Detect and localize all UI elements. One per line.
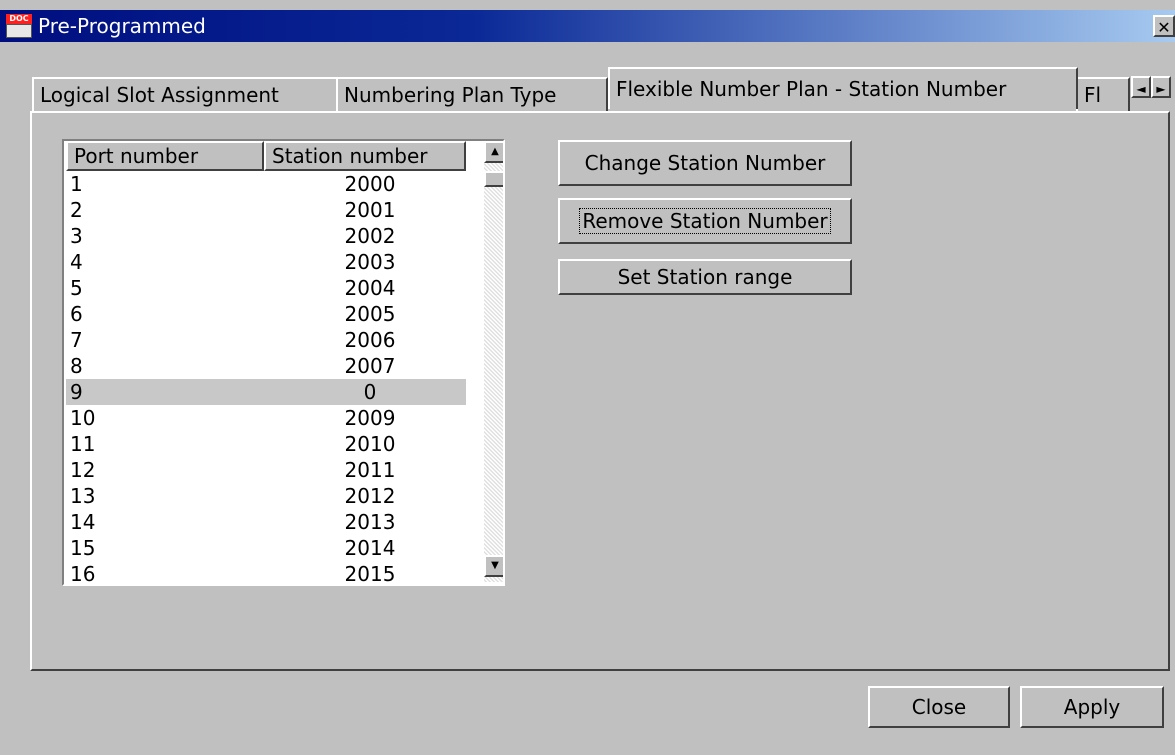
- port-number-cell: 13: [70, 484, 96, 508]
- list-rows: 1 2000 2 2001 3 2002 4 2003 5 2004 6 2005 7 2006 8 2007…: [66, 171, 466, 586]
- tab-logical-slot-assignment[interactable]: Logical Slot Assignment: [32, 77, 338, 111]
- app-icon: DOC: [6, 14, 32, 38]
- port-number-cell: 2: [70, 198, 83, 222]
- column-header-station-number[interactable]: Station number: [264, 141, 466, 171]
- button-label: Close: [911, 695, 967, 719]
- station-number-cell: 2003: [344, 250, 396, 274]
- port-number-cell: 11: [70, 432, 96, 456]
- list-item[interactable]: 15 2014: [66, 535, 466, 561]
- apply-button[interactable]: Apply: [1020, 686, 1164, 728]
- list-item[interactable]: 3 2002: [66, 223, 466, 249]
- tab-scroll-buttons: ◄ ►: [1131, 76, 1171, 98]
- station-number-cell: 2005: [344, 302, 396, 326]
- list-item[interactable]: 12 2011: [66, 457, 466, 483]
- port-number-cell: 15: [70, 536, 96, 560]
- tab-truncated[interactable]: Fl: [1076, 77, 1130, 111]
- port-number-cell: 10: [70, 406, 96, 430]
- port-number-cell: 3: [70, 224, 83, 248]
- button-label: Remove Station Number: [579, 208, 831, 234]
- pre-programmed-dialog: DOC Pre-Programmed ✕ Logical Slot Assign…: [0, 0, 1175, 755]
- port-number-cell: 7: [70, 328, 83, 352]
- port-number-cell: 14: [70, 510, 96, 534]
- list-header: Port number Station number: [66, 141, 466, 171]
- list-item[interactable]: 16 2015: [66, 561, 466, 586]
- scroll-thumb[interactable]: [484, 171, 503, 187]
- station-number-cell: 2002: [344, 224, 396, 248]
- station-number-cell: 2001: [344, 198, 396, 222]
- station-number-cell: 2012: [344, 484, 396, 508]
- station-number-cell: 2007: [344, 354, 396, 378]
- station-list[interactable]: Port number Station number 1 2000 2 2001 3 20…: [62, 139, 505, 586]
- scroll-down-icon[interactable]: ▼: [484, 555, 503, 577]
- tab-numbering-plan-type[interactable]: Numbering Plan Type: [336, 77, 608, 111]
- list-item[interactable]: 1 2000: [66, 171, 466, 197]
- list-item[interactable]: 7 2006: [66, 327, 466, 353]
- button-label: Apply: [1063, 695, 1121, 719]
- station-number-cell: 2015: [344, 562, 396, 586]
- tab-label: Logical Slot Assignment: [40, 83, 279, 107]
- station-number-cell: 2010: [344, 432, 396, 456]
- column-header-port-number[interactable]: Port number: [66, 141, 264, 171]
- list-item[interactable]: 4 2003: [66, 249, 466, 275]
- chevron-right-icon[interactable]: ►: [1151, 76, 1171, 98]
- tab-label: Fl: [1084, 83, 1102, 107]
- button-label: Change Station Number: [584, 151, 826, 175]
- list-item[interactable]: 11 2010: [66, 431, 466, 457]
- port-number-cell: 9: [70, 380, 83, 404]
- title-bar[interactable]: DOC Pre-Programmed: [0, 10, 1175, 42]
- tab-label: Flexible Number Plan - Station Number: [616, 77, 1007, 101]
- station-number-cell: 2013: [344, 510, 396, 534]
- station-number-cell: 2014: [344, 536, 396, 560]
- station-number-cell: 2000: [344, 172, 396, 196]
- change-station-number-button[interactable]: Change Station Number: [558, 140, 852, 186]
- close-button[interactable]: Close: [868, 686, 1010, 728]
- list-item[interactable]: 6 2005: [66, 301, 466, 327]
- port-number-cell: 8: [70, 354, 83, 378]
- port-number-cell: 6: [70, 302, 83, 326]
- list-item[interactable]: 90: [66, 379, 466, 405]
- list-item[interactable]: 8 2007: [66, 353, 466, 379]
- vertical-scrollbar[interactable]: ▲ ▼: [484, 141, 503, 582]
- station-number-cell: 2004: [344, 276, 396, 300]
- port-number-cell: 4: [70, 250, 83, 274]
- chevron-left-icon[interactable]: ◄: [1131, 76, 1151, 98]
- set-station-range-button[interactable]: Set Station range: [558, 259, 852, 295]
- port-number-cell: 1: [70, 172, 83, 196]
- scroll-up-icon[interactable]: ▲: [484, 141, 503, 163]
- station-number-cell: 2006: [344, 328, 396, 352]
- tab-label: Numbering Plan Type: [344, 83, 557, 107]
- list-item[interactable]: 14 2013: [66, 509, 466, 535]
- list-item[interactable]: 5 2004: [66, 275, 466, 301]
- station-number-cell: 2009: [344, 406, 396, 430]
- port-number-cell: 16: [70, 562, 96, 586]
- station-number-cell: 0: [363, 380, 377, 404]
- button-label: Set Station range: [617, 265, 793, 289]
- station-number-cell: 2011: [344, 458, 396, 482]
- tab-flexible-number-plan-station-number[interactable]: Flexible Number Plan - Station Number: [608, 67, 1078, 109]
- port-number-cell: 5: [70, 276, 83, 300]
- list-item[interactable]: 10 2009: [66, 405, 466, 431]
- remove-station-number-button[interactable]: Remove Station Number: [558, 198, 852, 244]
- list-item[interactable]: 2 2001: [66, 197, 466, 223]
- window-title: Pre-Programmed: [38, 14, 206, 38]
- close-icon[interactable]: ✕: [1153, 15, 1175, 37]
- port-number-cell: 12: [70, 458, 96, 482]
- list-item[interactable]: 13 2012: [66, 483, 466, 509]
- app-icon-label: DOC: [6, 14, 32, 24]
